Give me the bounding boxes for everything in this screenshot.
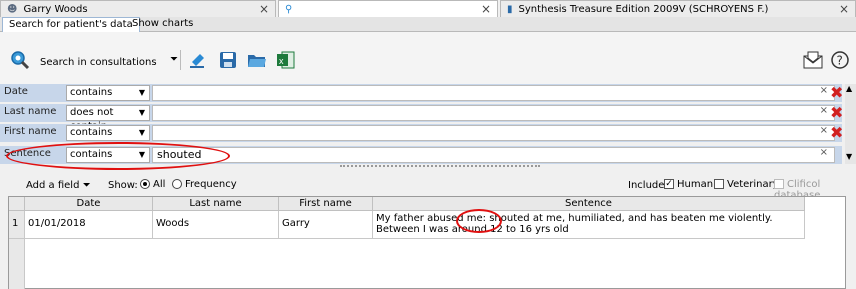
filter-value-input[interactable]: [152, 105, 835, 121]
window-tab-search[interactable]: ⚲ ×: [278, 0, 498, 17]
open-folder-icon[interactable]: [246, 50, 268, 70]
annotation-circle: [456, 209, 502, 233]
filter-value-input[interactable]: shouted: [152, 147, 835, 163]
filter-value-input[interactable]: [152, 125, 835, 141]
close-tab-icon[interactable]: ×: [481, 2, 491, 16]
filter-row-last-name: Last name does not contain▼ ×: [0, 104, 842, 132]
remove-filter-icon[interactable]: ✖: [830, 123, 843, 142]
help-icon[interactable]: ?: [830, 50, 850, 70]
include-human-checkbox[interactable]: ✓ Human: [664, 179, 713, 190]
remove-filter-icon[interactable]: ✖: [830, 83, 843, 102]
save-icon[interactable]: [218, 50, 238, 70]
dropdown-arrow-icon[interactable]: ⏷: [170, 54, 178, 65]
row-number: 1: [9, 211, 25, 239]
tab-show-charts[interactable]: Show charts: [126, 17, 199, 32]
cell-first-name[interactable]: Garry: [279, 211, 373, 239]
filter-scrollbar[interactable]: ▲ ▼: [845, 84, 856, 164]
remove-filter-icon[interactable]: ✖: [830, 103, 843, 122]
subtab-bar: Search for patient's data Show charts: [0, 17, 856, 32]
clear-icon[interactable]: ×: [820, 105, 828, 116]
pen-edit-icon[interactable]: [188, 50, 208, 70]
window-tab-patient[interactable]: ☻ Garry Woods ×: [0, 0, 276, 17]
show-frequency-radio[interactable]: Frequency: [172, 179, 237, 190]
svg-text:x: x: [279, 56, 284, 66]
excel-export-icon[interactable]: x: [276, 50, 296, 70]
clear-icon[interactable]: ×: [820, 125, 828, 136]
search-consultations-label[interactable]: Search in consultations: [40, 57, 157, 68]
window-tab-title: Garry Woods: [23, 3, 88, 15]
filter-row-first-name: First name contains ▼ ×: [0, 124, 842, 142]
filter-operator-select[interactable]: does not contain▼: [66, 105, 150, 132]
include-label: Include:: [628, 180, 668, 191]
cell-last-name[interactable]: Woods: [153, 211, 279, 239]
row-number-header: [9, 197, 25, 211]
filter-row-date: Date contains ▼ ×: [0, 84, 842, 102]
column-header-last-name[interactable]: Last name: [153, 197, 279, 211]
email-envelope-icon[interactable]: [802, 50, 824, 70]
clear-icon[interactable]: ×: [820, 147, 828, 158]
column-header-date[interactable]: Date: [25, 197, 153, 211]
cell-date[interactable]: 01/01/2018: [25, 211, 153, 239]
patients-icon: ☻: [7, 3, 18, 15]
filter-field-label: Last name: [4, 106, 57, 117]
include-veterinary-checkbox[interactable]: Veterinary: [714, 179, 779, 190]
annotation-circle: [6, 142, 230, 170]
window-tab-synthesis[interactable]: ▮ Synthesis Treasure Edition 2009V (SCHR…: [500, 0, 856, 17]
svg-text:?: ?: [837, 54, 843, 68]
toolbar: Search in consultations ⏷ x ?: [0, 32, 856, 84]
results-table: Date Last name First name Sentence 1 01/…: [8, 196, 846, 289]
add-field-button[interactable]: Add a field ⏷: [26, 180, 91, 191]
search-consultations-icon[interactable]: [10, 50, 30, 70]
window-tab-title: Synthesis Treasure Edition 2009V (SCHROY…: [518, 3, 769, 15]
scroll-up-icon[interactable]: ▲: [846, 84, 852, 93]
close-tab-icon[interactable]: ×: [259, 2, 269, 16]
filter-field-label: Date: [4, 86, 28, 97]
filter-operator-select[interactable]: contains ▼: [66, 85, 150, 101]
cell-sentence[interactable]: My father abused me: shouted at me, humi…: [373, 211, 805, 239]
row-gutter: [9, 239, 25, 289]
scroll-down-icon[interactable]: ▼: [846, 152, 852, 161]
splitter-handle[interactable]: [340, 165, 540, 167]
search-icon: ⚲: [285, 3, 293, 15]
close-tab-icon[interactable]: ×: [839, 2, 849, 16]
column-header-sentence[interactable]: Sentence: [373, 197, 805, 211]
filter-field-label: First name: [4, 126, 57, 137]
book-icon: ▮: [507, 3, 513, 15]
show-label: Show:: [108, 180, 138, 191]
tab-search-patient-data[interactable]: Search for patient's data: [2, 17, 140, 32]
toolbar-divider: [180, 50, 181, 70]
filter-operator-select[interactable]: contains ▼: [66, 125, 150, 141]
filter-value-input[interactable]: [152, 85, 835, 101]
column-header-first-name[interactable]: First name: [279, 197, 373, 211]
clear-icon[interactable]: ×: [820, 85, 828, 96]
show-all-radio[interactable]: All: [140, 179, 165, 190]
